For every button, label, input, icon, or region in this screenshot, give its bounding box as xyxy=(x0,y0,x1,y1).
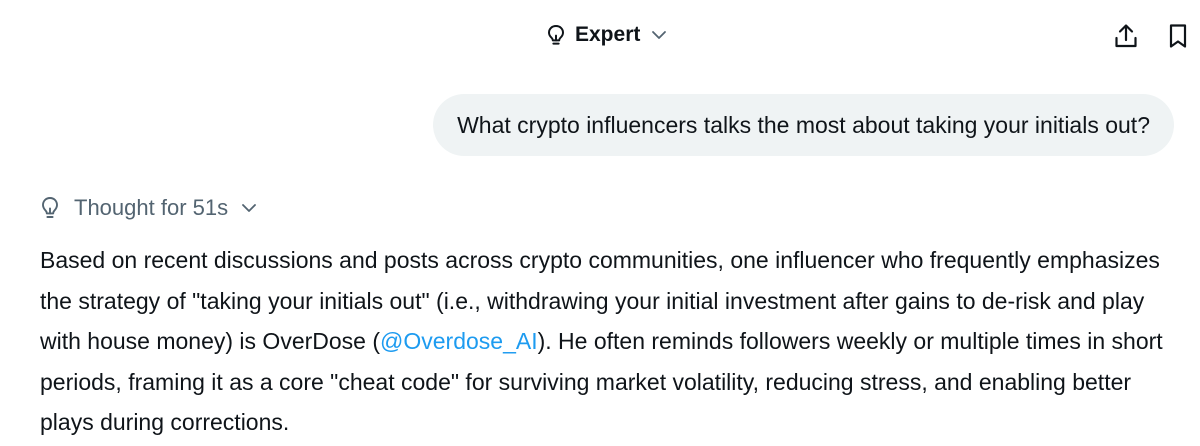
chevron-down-icon xyxy=(650,26,668,44)
mention-link[interactable]: @Overdose_AI xyxy=(380,328,538,354)
user-message-bubble: What crypto influencers talks the most a… xyxy=(433,94,1174,156)
thought-duration-label: Thought for 51s xyxy=(74,195,229,220)
grok-conversation-page: Expert What crypto influencers talks the… xyxy=(0,0,1200,446)
user-message-text: What crypto influencers talks the most a… xyxy=(457,111,1150,138)
bookmark-icon xyxy=(1168,23,1188,49)
thought-toggle[interactable]: Thought for 51s xyxy=(38,192,258,224)
lightbulb-icon xyxy=(545,24,567,46)
chevron-down-icon xyxy=(240,199,258,217)
lightbulb-icon xyxy=(38,196,62,220)
bookmark-button[interactable] xyxy=(1162,20,1194,52)
mode-selector[interactable]: Expert xyxy=(545,18,668,52)
header-bar: Expert xyxy=(0,0,1200,70)
mode-label: Expert xyxy=(575,23,641,46)
share-button[interactable] xyxy=(1110,20,1142,52)
assistant-answer: Based on recent discussions and posts ac… xyxy=(40,240,1170,443)
share-icon xyxy=(1114,23,1138,49)
